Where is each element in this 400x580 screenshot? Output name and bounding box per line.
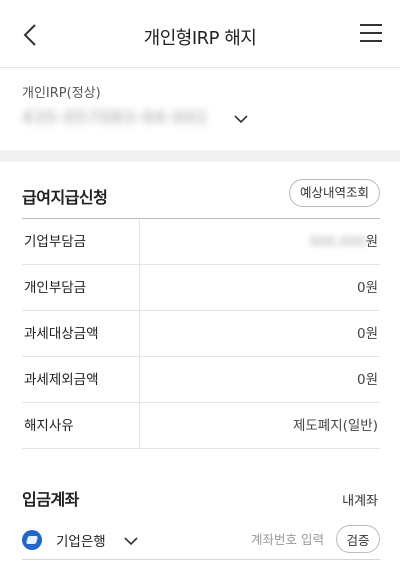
masked-amount: 000,000 — [309, 234, 366, 250]
section-divider — [0, 150, 400, 162]
deposit-section-title: 입금계좌 — [22, 490, 79, 509]
irp-account-selector[interactable]: 개인IRP(정상) 435-057083-94-001 — [0, 68, 400, 150]
row-value: 000,000원 — [310, 219, 378, 265]
page-title: 개인형IRP 해지 — [143, 28, 257, 49]
row-label: 개인부담금 — [22, 265, 140, 311]
table-row: 과세대상금액 0원 — [22, 311, 380, 357]
table-row: 개인부담금 0원 — [22, 265, 380, 311]
row-label: 과세대상금액 — [22, 311, 140, 357]
row-value: 0원 — [356, 372, 378, 388]
hamburger-menu-icon[interactable] — [360, 24, 382, 44]
table-row: 기업부담금 000,000원 — [22, 219, 380, 265]
app-header: 개인형IRP 해지 — [0, 0, 400, 68]
currency-unit: 원 — [365, 234, 378, 250]
payment-section-title: 급여지급신청 — [22, 188, 108, 207]
chevron-down-icon[interactable] — [124, 536, 138, 546]
table-row: 과세제외금액 0원 — [22, 357, 380, 403]
row-value: 0원 — [356, 326, 378, 342]
deposit-account-row: 기업은행 검증 — [22, 520, 380, 560]
bank-select[interactable]: 기업은행 — [56, 530, 106, 550]
row-value: 0원 — [356, 280, 378, 296]
chevron-down-icon[interactable] — [234, 114, 248, 124]
my-account-link[interactable]: 내계좌 — [342, 490, 378, 509]
account-status-label: 개인IRP(정상) — [22, 86, 101, 101]
row-label: 과세제외금액 — [22, 357, 140, 403]
row-label: 기업부담금 — [22, 219, 140, 265]
payment-details-table: 기업부담금 000,000원 개인부담금 0원 과세대상금액 0원 과세제외금액… — [22, 218, 380, 449]
bank-logo-icon — [22, 530, 42, 550]
verify-button[interactable]: 검증 — [336, 525, 380, 553]
table-row: 해지사유 제도폐지(일반) — [22, 403, 380, 449]
masked-account-number: 435-057083-94-001 — [22, 108, 209, 128]
account-number-input[interactable] — [214, 528, 324, 550]
row-label: 해지사유 — [22, 403, 140, 449]
row-value: 제도폐지(일반) — [292, 418, 378, 434]
expected-details-button[interactable]: 예상내역조회 — [288, 179, 380, 207]
